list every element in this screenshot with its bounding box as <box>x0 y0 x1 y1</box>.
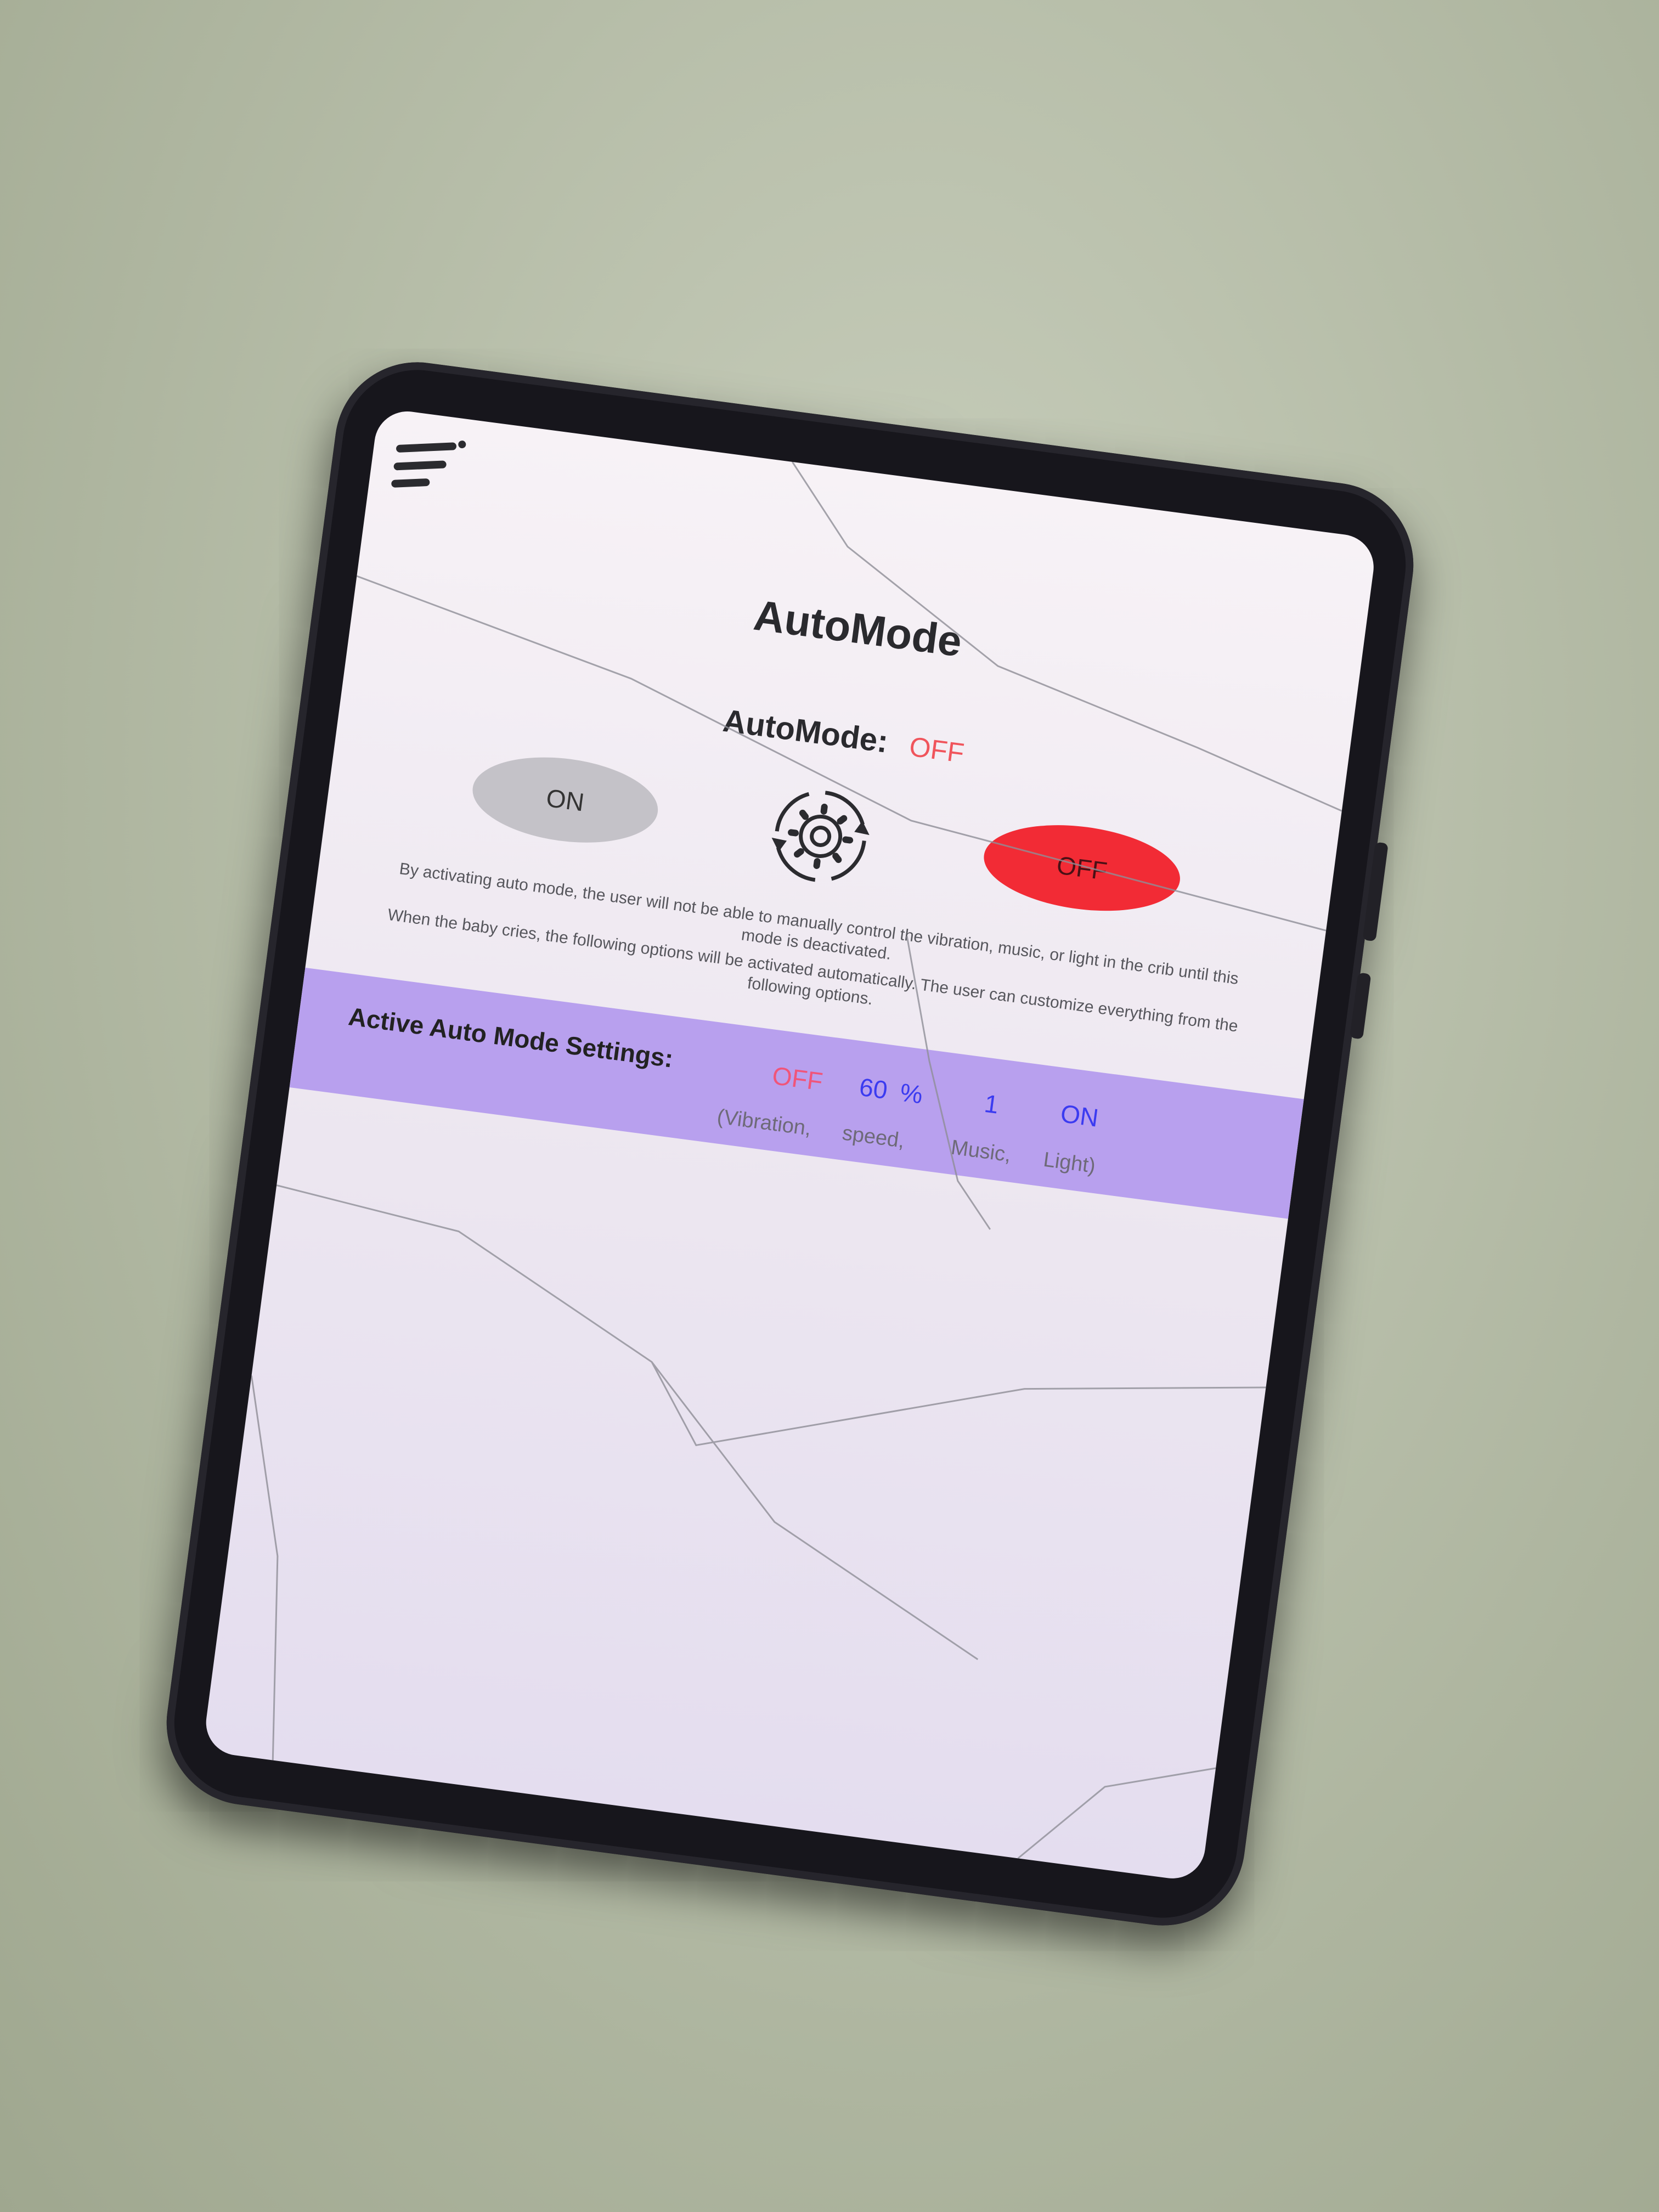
speed-value: 60 <box>857 1072 889 1105</box>
speed-caption: speed, <box>840 1121 906 1153</box>
active-settings-label: Active Auto Mode Settings: <box>347 1002 675 1073</box>
phone-side-button <box>1362 842 1389 942</box>
light-value: ON <box>1059 1099 1101 1132</box>
music-caption: Music, <box>949 1136 1013 1167</box>
on-button[interactable]: ON <box>467 747 663 853</box>
speed-unit: % <box>898 1077 925 1109</box>
automode-status-value: OFF <box>907 731 966 769</box>
phone-screen: AutoMode AutoMode: OFF ON OFF By activat… <box>202 407 1378 1883</box>
photo-scene: AutoMode AutoMode: OFF ON OFF By activat… <box>0 0 1659 2212</box>
music-value: 1 <box>983 1088 1001 1119</box>
vibration-caption: (Vibration, <box>715 1105 813 1141</box>
automode-status-label: AutoMode: <box>721 702 890 760</box>
menu-icon[interactable] <box>390 432 467 501</box>
light-caption: Light) <box>1042 1148 1097 1178</box>
vibration-value: OFF <box>770 1060 825 1096</box>
gear-cycle-icon <box>759 775 882 898</box>
phone-device: AutoMode AutoMode: OFF ON OFF By activat… <box>156 352 1424 1936</box>
phone-side-button <box>1349 972 1372 1040</box>
off-button[interactable]: OFF <box>978 814 1186 922</box>
